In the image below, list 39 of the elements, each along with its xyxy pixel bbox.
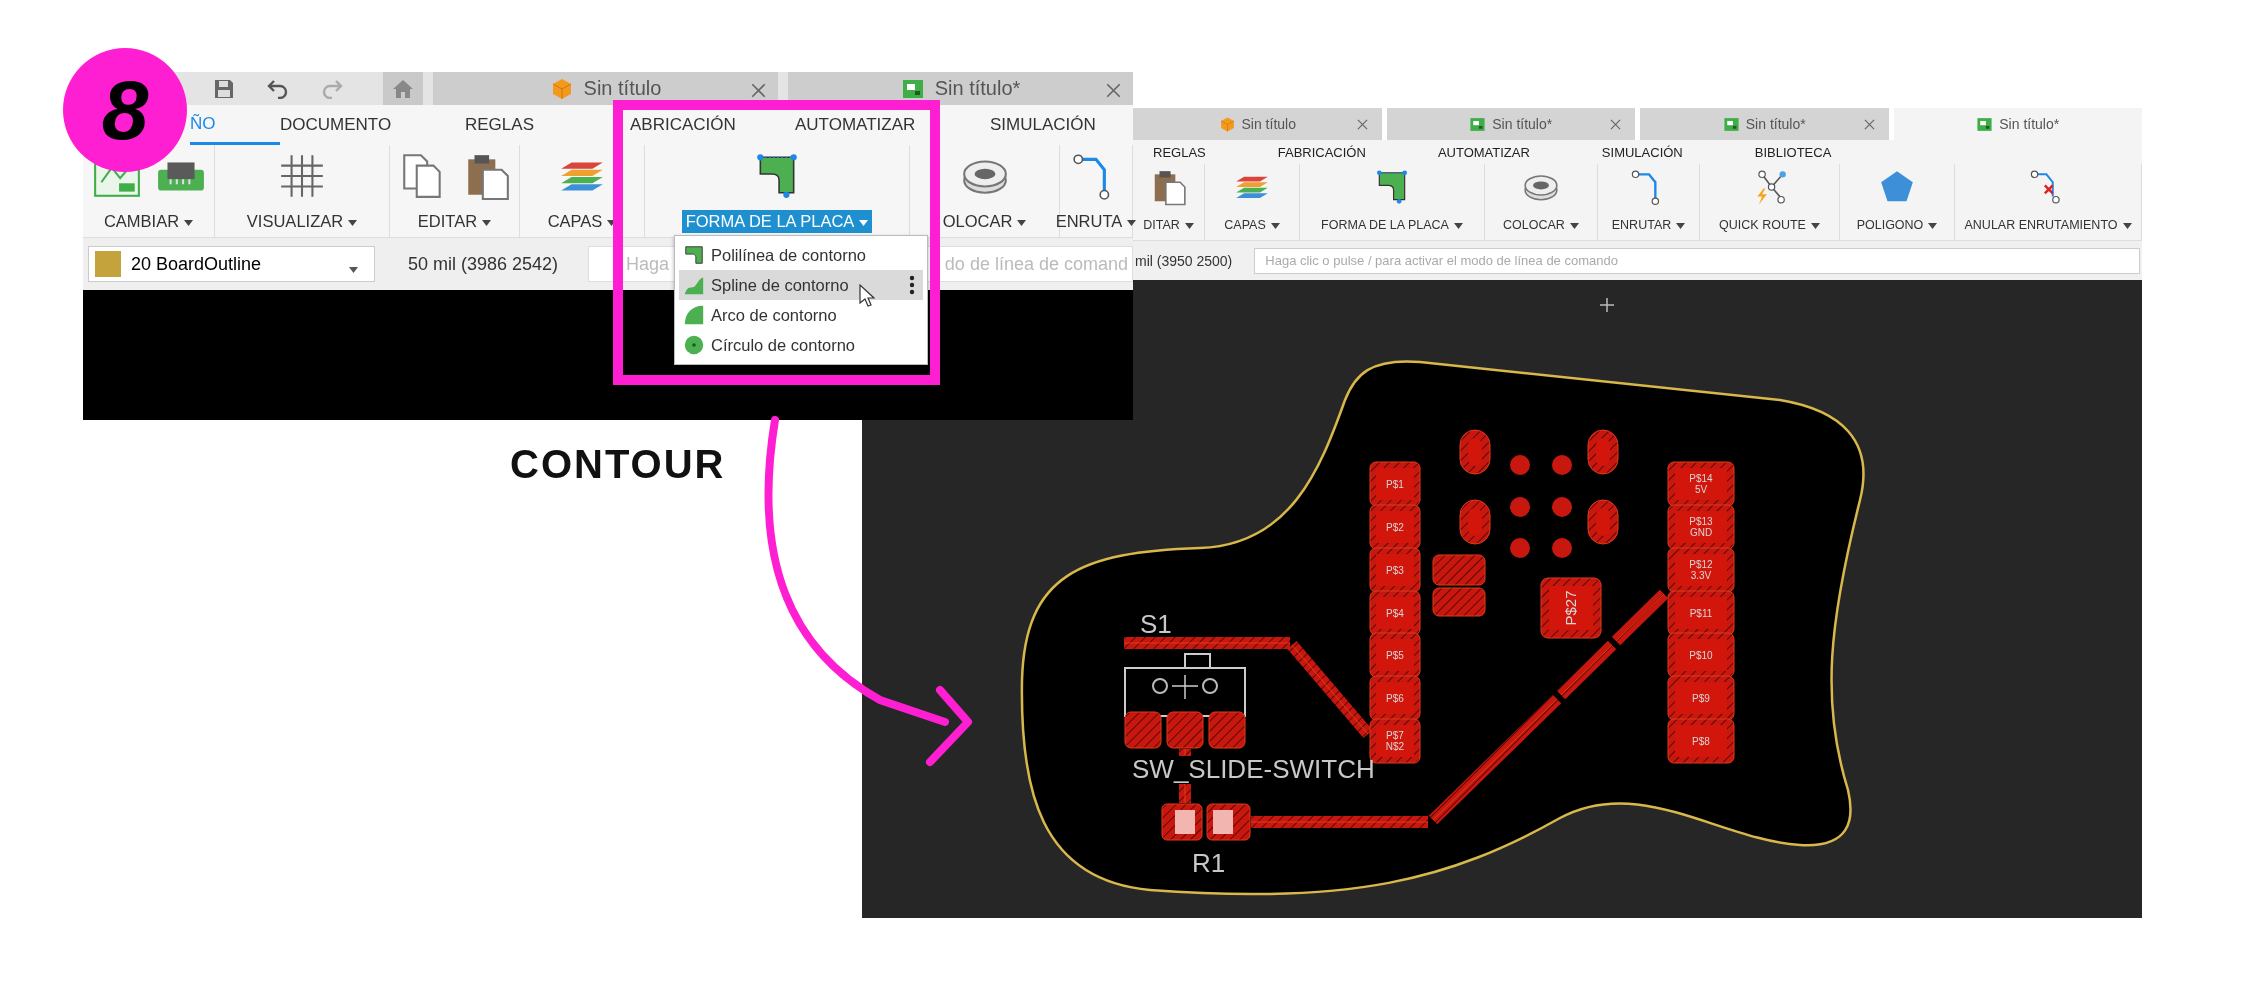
pad-label: P$14	[1689, 473, 1713, 484]
net-label: 3.3V	[1690, 570, 1712, 581]
net-label: 5V	[1694, 484, 1708, 495]
pad-label: P$13	[1689, 516, 1713, 527]
pad-label: P$10	[1689, 650, 1713, 661]
menu-item-label: Arco de contorno	[711, 305, 837, 325]
pad-label: P$8	[1692, 736, 1710, 747]
layer-name: 20 BoardOutline	[131, 253, 262, 275]
pad-label: P$3	[1386, 565, 1404, 576]
pad-label: P$6	[1386, 693, 1404, 704]
tab-title: Sin título*	[1745, 116, 1806, 132]
net-label: GND	[1689, 527, 1713, 538]
pad-label: P$12	[1689, 559, 1713, 570]
pad-label: P$4	[1386, 608, 1404, 619]
step-badge: 8	[63, 48, 187, 172]
tab-title: Sin título*	[1492, 116, 1553, 132]
pad-label: P$7	[1386, 730, 1404, 741]
tab-title: Sin título*	[1999, 116, 2060, 132]
menu-item-label: Polilínea de contorno	[711, 245, 867, 265]
part-name: S1	[1140, 609, 1172, 639]
pad-label: P$5	[1386, 650, 1404, 661]
part-value: SW_SLIDE-SWITCH	[1132, 754, 1375, 784]
coordinate-readout: 50 mil (3986 2542)	[408, 253, 559, 275]
pad-label: P$1	[1386, 479, 1404, 490]
menu-item-label: Spline de contorno	[711, 275, 849, 295]
net-label: N$2	[1385, 741, 1405, 752]
pad-label: P$9	[1692, 693, 1710, 704]
tab-title: Sin título	[1241, 116, 1296, 132]
tab-title: Sin título	[583, 77, 662, 100]
part-name: R1	[1192, 848, 1226, 878]
caption: CONTOUR	[510, 442, 726, 487]
pad-label: P$27	[1562, 590, 1579, 626]
coordinate-readout: mil (3950 2500)	[1135, 252, 1233, 269]
tab-title: Sin título*	[934, 77, 1021, 100]
pad-label: P$2	[1386, 522, 1404, 533]
placeholder-text: Haga	[626, 253, 670, 275]
placeholder-text: do de línea de comand	[944, 253, 1128, 275]
pad-label: P$11	[1689, 608, 1713, 619]
menu-item-label: Círculo de contorno	[711, 335, 855, 355]
